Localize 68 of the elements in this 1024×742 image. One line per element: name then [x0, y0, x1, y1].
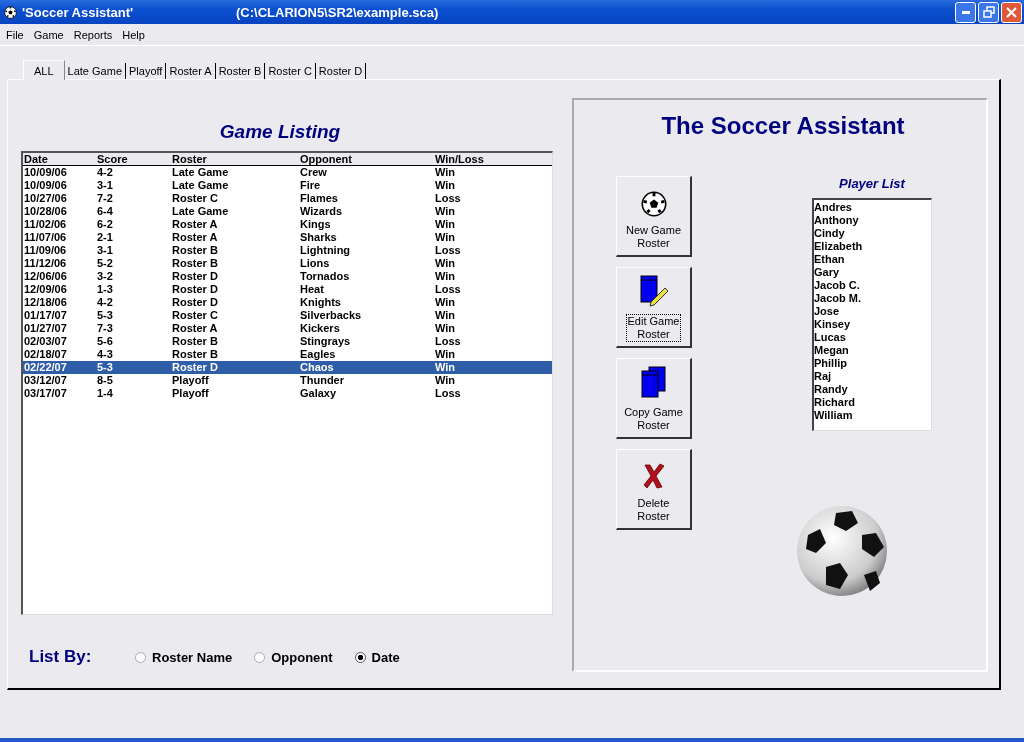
roster-button[interactable]: New Game Roster — [616, 176, 692, 257]
restore-icon — [982, 6, 995, 18]
file-path: (C:\CLARION5\SR2\example.sca) — [236, 4, 439, 20]
roster-button[interactable]: Copy Game Roster — [616, 358, 692, 439]
player-item[interactable]: Jacob M. — [814, 292, 931, 305]
player-item[interactable]: William — [814, 409, 931, 422]
column-header[interactable]: Win/Loss — [435, 153, 552, 165]
close-button[interactable] — [1001, 1, 1022, 23]
player-item[interactable]: Richard — [814, 396, 931, 409]
minimize-button[interactable] — [955, 1, 976, 23]
game-row[interactable]: 01/27/07 7-3 Roster A Kickers Win — [23, 322, 552, 335]
game-row[interactable]: 10/28/06 6-4 Late Game Wizards Win — [23, 205, 552, 218]
tab[interactable]: ALL — [23, 60, 65, 80]
player-item[interactable]: Elizabeth — [814, 240, 931, 253]
game-row[interactable]: 11/02/06 6-2 Roster A Kings Win — [23, 218, 552, 231]
soccer-ball-icon — [4, 5, 17, 19]
player-item[interactable]: Lucas — [814, 331, 931, 344]
close-icon — [1006, 6, 1017, 18]
list-by-label: List By: — [29, 647, 93, 667]
game-row[interactable]: 02/18/07 4-3 Roster B Eagles Win — [23, 348, 552, 361]
player-item[interactable]: Kinsey — [814, 318, 931, 331]
player-item[interactable]: Phillip — [814, 357, 931, 370]
menu-item[interactable]: Game — [29, 28, 70, 41]
game-row[interactable]: 10/09/06 3-1 Late Game Fire Win — [23, 179, 552, 192]
game-row[interactable]: 12/09/06 1-3 Roster D Heat Loss — [23, 283, 552, 296]
player-item[interactable]: Randy — [814, 383, 931, 396]
game-listing-title: Game Listing — [218, 121, 342, 144]
player-item[interactable]: Jose — [814, 305, 931, 318]
radio-option[interactable]: Opponent — [254, 649, 333, 665]
player-item[interactable]: Ethan — [814, 253, 931, 266]
player-item[interactable]: Jacob C. — [814, 279, 931, 292]
game-row[interactable]: 10/27/06 7-2 Roster C Flames Loss — [23, 192, 552, 205]
player-item[interactable]: Megan — [814, 344, 931, 357]
player-item[interactable]: Cindy — [814, 227, 931, 240]
player-item[interactable]: Andres — [814, 201, 931, 214]
page-pencil-icon — [637, 274, 670, 308]
game-row[interactable]: 11/07/06 2-1 Roster A Sharks Win — [23, 231, 552, 244]
game-row[interactable]: 02/22/07 5-3 Roster D Chaos Win — [23, 361, 552, 374]
window-title: 'Soccer Assistant' — [22, 4, 135, 20]
radio-option[interactable]: Date — [354, 649, 400, 665]
column-header[interactable]: Opponent — [300, 153, 435, 165]
game-row[interactable]: 03/12/07 8-5 Playoff Thunder Win — [23, 374, 552, 387]
column-header[interactable]: Score — [97, 153, 172, 165]
menu-item[interactable]: Reports — [69, 28, 119, 41]
menu-item[interactable]: File — [2, 28, 30, 41]
radio-option[interactable]: Roster Name — [135, 649, 233, 665]
game-row[interactable]: 01/17/07 5-3 Roster C Silverbacks Win — [23, 309, 552, 322]
game-row[interactable]: 12/18/06 4-2 Roster D Knights Win — [23, 296, 552, 309]
soccer-ball-icon — [640, 191, 667, 217]
minimize-icon — [961, 10, 970, 14]
roster-button[interactable]: Edit Game Roster — [616, 267, 692, 348]
restore-button[interactable] — [978, 1, 999, 23]
roster-button[interactable]: Delete Roster — [616, 449, 692, 530]
player-item[interactable]: Raj — [814, 370, 931, 383]
column-header[interactable]: Date — [24, 153, 97, 165]
menu-item[interactable]: Help — [118, 28, 151, 41]
player-list-title: Player List — [839, 176, 905, 193]
player-item[interactable]: Gary — [814, 266, 931, 279]
column-header[interactable]: Roster — [172, 153, 300, 165]
game-row[interactable]: 10/09/06 4-2 Late Game Crew Win — [23, 166, 552, 179]
app-heading: The Soccer Assistant — [660, 112, 906, 141]
tab[interactable]: Playoff — [126, 63, 167, 79]
player-item[interactable]: Anthony — [814, 214, 931, 227]
game-row[interactable]: 12/06/06 3-2 Roster D Tornados Win — [23, 270, 552, 283]
game-row[interactable]: 03/17/07 1-4 Playoff Galaxy Loss — [23, 387, 552, 400]
game-row[interactable]: 02/03/07 5-6 Roster B Stingrays Loss — [23, 335, 552, 348]
game-row[interactable]: 11/09/06 3-1 Roster B Lightning Loss — [23, 244, 552, 257]
game-row[interactable]: 11/12/06 5-2 Roster B Lions Win — [23, 257, 552, 270]
